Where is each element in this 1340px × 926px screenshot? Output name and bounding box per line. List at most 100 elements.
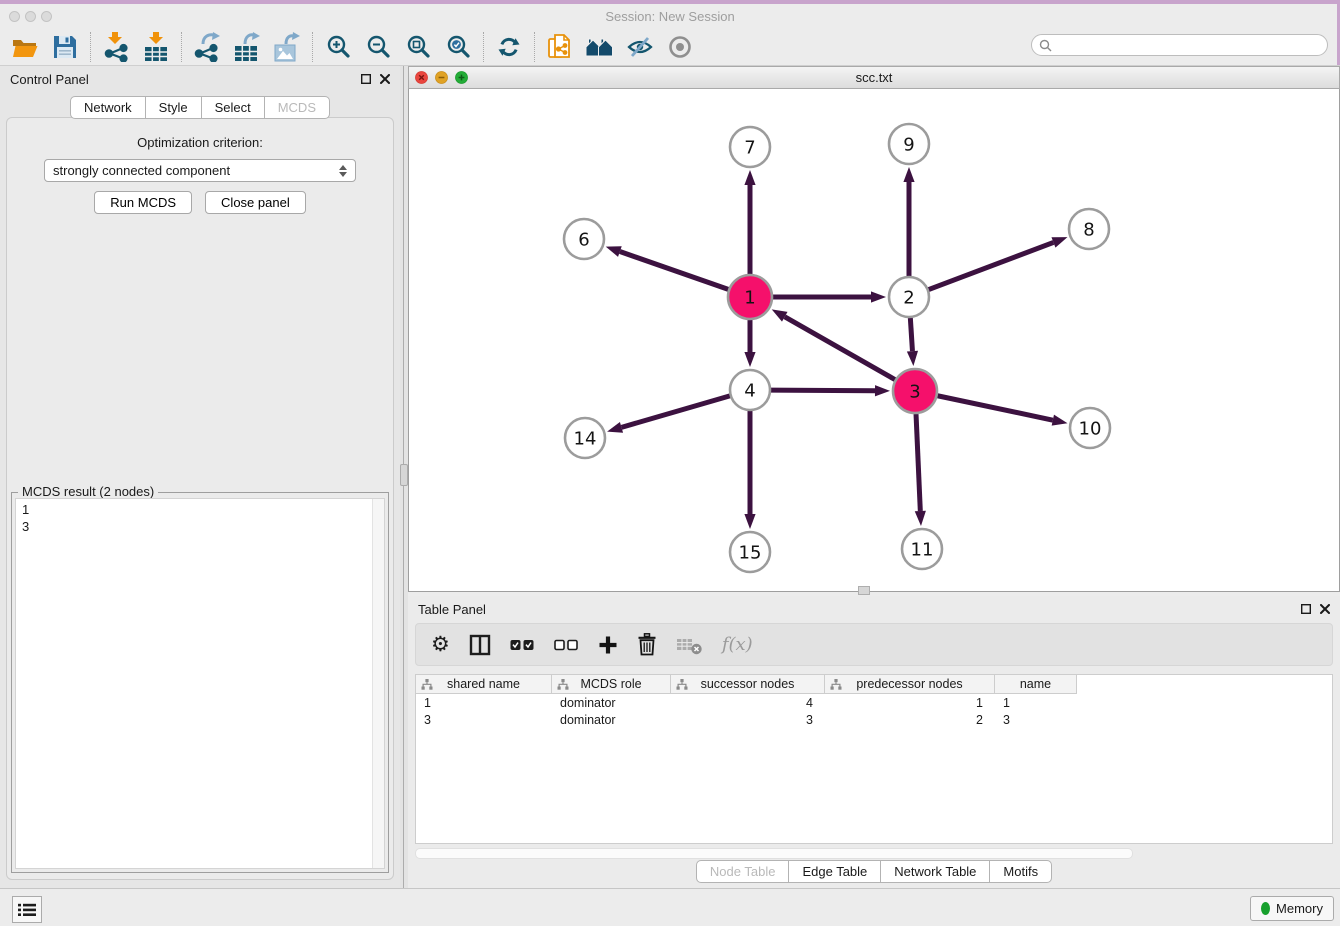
search-input[interactable] (1056, 37, 1327, 54)
table-row[interactable]: 3 dominator 3 2 3 (416, 711, 1077, 728)
cell-predecessor-nodes[interactable]: 1 (825, 694, 995, 711)
tab-mcds[interactable]: MCDS (264, 97, 329, 118)
cell-successor-nodes[interactable]: 4 (671, 694, 825, 711)
column-header-shared-name[interactable]: shared name (416, 675, 552, 694)
function-builder-button[interactable]: f(x) (722, 634, 753, 655)
close-table-panel-icon[interactable] (1320, 604, 1330, 614)
close-view-button[interactable] (415, 71, 428, 84)
cell-name[interactable]: 3 (995, 711, 1077, 728)
run-mcds-button[interactable]: Run MCDS (94, 191, 192, 214)
close-panel-icon[interactable] (380, 74, 390, 84)
export-image-button[interactable] (267, 31, 307, 63)
column-header-predecessor-nodes[interactable]: predecessor nodes (825, 675, 995, 694)
table-row[interactable]: 1 dominator 4 1 1 (416, 694, 1077, 711)
cell-predecessor-nodes[interactable]: 2 (825, 711, 995, 728)
graph-edge-3-11[interactable] (916, 414, 920, 511)
delete-column-button[interactable] (637, 633, 657, 656)
result-scrollbar[interactable] (372, 499, 384, 868)
mcds-result-text[interactable]: 1 3 (15, 498, 385, 869)
cell-shared-name[interactable]: 3 (416, 711, 552, 728)
unselect-all-columns-button[interactable] (554, 639, 579, 651)
export-network-button[interactable] (187, 31, 227, 63)
column-header-successor-nodes[interactable]: successor nodes (671, 675, 825, 694)
maximize-view-button[interactable] (455, 71, 468, 84)
zoom-fit-button[interactable] (398, 31, 438, 63)
graph-edge-3-10[interactable] (938, 396, 1053, 420)
import-table-button[interactable] (136, 31, 176, 63)
maximize-window-button[interactable] (41, 11, 52, 22)
tab-edge-table[interactable]: Edge Table (788, 861, 880, 882)
list-icon (18, 903, 36, 917)
column-header-mcds-role[interactable]: MCDS role (552, 675, 671, 694)
export-image-icon (273, 32, 301, 62)
close-window-button[interactable] (9, 11, 20, 22)
edge-arrowhead-icon (875, 385, 890, 396)
home-button[interactable] (580, 31, 620, 63)
network-canvas[interactable]: 7968124314101511 (408, 89, 1340, 592)
tab-select[interactable]: Select (201, 97, 264, 118)
graph-edge-4-3[interactable] (771, 390, 875, 391)
tab-motifs[interactable]: Motifs (989, 861, 1051, 882)
zoom-out-icon (366, 34, 391, 59)
cell-name[interactable]: 1 (995, 694, 1077, 711)
clone-network-button[interactable] (540, 31, 580, 63)
table-header-row: shared name MCDS role (416, 675, 1077, 694)
tab-network[interactable]: Network (71, 97, 145, 118)
vertical-splitter[interactable] (400, 66, 408, 888)
canvas-resize-handle[interactable] (858, 586, 870, 595)
float-table-panel-icon[interactable] (1301, 604, 1311, 614)
cell-mcds-role[interactable]: dominator (552, 694, 671, 711)
graph-edge-3-1[interactable] (785, 317, 895, 380)
table-panel-header: Table Panel (408, 596, 1340, 623)
tree-icon (830, 679, 842, 690)
zoom-out-button[interactable] (358, 31, 398, 63)
control-panel-title: Control Panel (10, 72, 89, 87)
network-graph[interactable]: 7968124314101511 (409, 89, 1339, 590)
table-horizontal-scrollbar[interactable] (415, 848, 1133, 859)
hide-graphics-details-button[interactable] (620, 31, 660, 63)
close-panel-button[interactable]: Close panel (205, 191, 306, 214)
cell-successor-nodes[interactable]: 3 (671, 711, 825, 728)
zoom-in-button[interactable] (318, 31, 358, 63)
edge-arrowhead-icon (607, 422, 623, 433)
show-columns-button[interactable] (469, 634, 491, 656)
graph-node-label: 3 (909, 382, 920, 403)
select-all-columns-button[interactable] (510, 639, 535, 651)
graph-edge-2-3[interactable] (910, 318, 912, 351)
tree-icon (557, 679, 569, 690)
create-column-button[interactable] (598, 635, 618, 655)
edge-arrowhead-icon (606, 246, 622, 257)
tree-icon (421, 679, 433, 690)
table-settings-button[interactable]: ⚙ (431, 634, 450, 655)
export-table-button[interactable] (227, 31, 267, 63)
tab-style[interactable]: Style (145, 97, 201, 118)
memory-button[interactable]: Memory (1250, 896, 1334, 921)
task-history-button[interactable] (12, 896, 42, 923)
show-graphics-details-button[interactable] (660, 31, 700, 63)
minimize-view-button[interactable] (435, 71, 448, 84)
control-panel: Control Panel Network Style Select MCDS … (0, 66, 400, 888)
minimize-window-button[interactable] (25, 11, 36, 22)
graph-edge-1-6[interactable] (620, 252, 728, 290)
delete-table-button[interactable] (676, 635, 703, 655)
graph-node-label: 10 (1079, 419, 1102, 440)
import-network-button[interactable] (96, 31, 136, 63)
open-session-button[interactable] (5, 31, 45, 63)
tab-node-table[interactable]: Node Table (697, 861, 789, 882)
graph-edge-4-14[interactable] (621, 396, 729, 428)
tab-network-table[interactable]: Network Table (880, 861, 989, 882)
save-session-button[interactable] (45, 31, 85, 63)
float-panel-icon[interactable] (361, 74, 371, 84)
zoom-selected-button[interactable] (438, 31, 478, 63)
search-box[interactable] (1031, 34, 1328, 56)
cell-mcds-role[interactable]: dominator (552, 711, 671, 728)
column-header-name[interactable]: name (995, 675, 1077, 694)
refresh-layout-button[interactable] (489, 31, 529, 63)
graph-node-label: 14 (574, 429, 597, 450)
network-window-titlebar[interactable]: scc.txt (408, 66, 1340, 89)
main-toolbar (0, 28, 1340, 66)
criterion-dropdown[interactable]: strongly connected component (44, 159, 356, 182)
cell-shared-name[interactable]: 1 (416, 694, 552, 711)
splitter-handle[interactable] (400, 464, 408, 486)
graph-edge-2-8[interactable] (929, 242, 1054, 289)
